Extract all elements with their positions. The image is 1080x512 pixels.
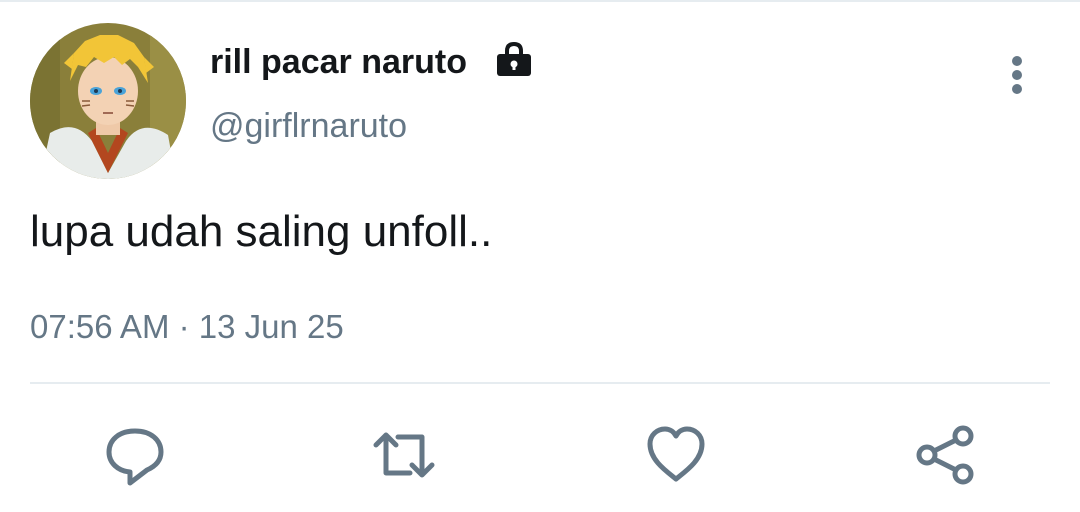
share-icon — [916, 425, 974, 485]
reply-button[interactable] — [103, 423, 167, 487]
retweet-icon — [373, 432, 435, 478]
top-divider — [0, 0, 1080, 2]
lock-icon — [495, 40, 533, 78]
like-button[interactable] — [644, 423, 708, 487]
more-options-button[interactable] — [996, 50, 1038, 98]
avatar-image — [30, 23, 186, 179]
tweet-timestamp[interactable]: 07:56 AM · 13 Jun 25 — [30, 305, 344, 349]
avatar[interactable] — [30, 23, 186, 179]
actions-divider — [30, 382, 1050, 384]
display-name[interactable]: rill pacar naruto — [210, 40, 467, 84]
reply-icon — [106, 428, 164, 486]
more-vertical-icon — [1012, 56, 1022, 94]
share-button[interactable] — [914, 423, 978, 487]
user-handle[interactable]: @girflrnaruto — [210, 104, 407, 148]
heart-icon — [647, 426, 705, 482]
tweet-text: lupa udah saling unfoll.. — [30, 207, 493, 256]
retweet-button[interactable] — [372, 423, 436, 487]
